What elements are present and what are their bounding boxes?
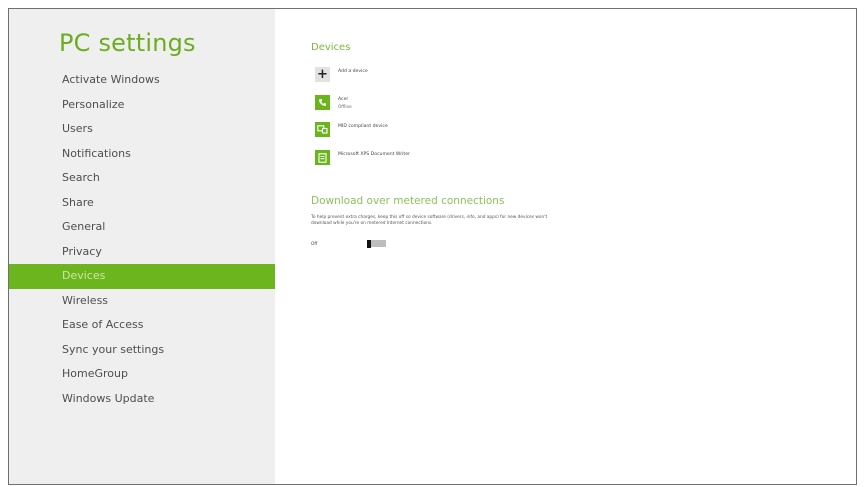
sidebar-item-windows-update[interactable]: Windows Update [9,387,275,412]
main-content: Devices + Add a device Acer Offline MID … [275,9,856,484]
device-status: Offline [338,104,352,109]
add-device-button[interactable]: + Add a device [315,67,368,85]
device-name: Add a device [338,69,368,74]
sidebar: PC settings Activate Windows Personalize… [9,9,275,484]
sidebar-item-sync-your-settings[interactable]: Sync your settings [9,338,275,363]
sidebar-item-devices[interactable]: Devices [9,264,275,289]
sidebar-item-wireless[interactable]: Wireless [9,289,275,314]
sidebar-item-personalize[interactable]: Personalize [9,93,275,118]
app-window: PC settings Activate Windows Personalize… [8,8,857,485]
metered-toggle[interactable] [367,239,386,248]
plus-icon: + [315,67,330,82]
sidebar-item-users[interactable]: Users [9,117,275,142]
sidebar-item-search[interactable]: Search [9,166,275,191]
toggle-state-label: Off [311,242,318,247]
sidebar-item-ease-of-access[interactable]: Ease of Access [9,313,275,338]
device-icon [315,122,330,137]
printer-icon [315,150,330,165]
device-name: MID compliant device [338,124,388,129]
sidebar-item-homegroup[interactable]: HomeGroup [9,362,275,387]
device-item-xps-writer[interactable]: Microsoft XPS Document Writer [315,150,410,168]
device-name: Acer [338,97,349,102]
device-name: Microsoft XPS Document Writer [338,152,410,157]
sidebar-nav: Activate Windows Personalize Users Notif… [9,68,275,411]
toggle-thumb[interactable] [367,239,371,248]
devices-heading: Devices [311,42,351,53]
device-item-acer[interactable]: Acer Offline [315,95,352,113]
sidebar-item-general[interactable]: General [9,215,275,240]
sidebar-item-notifications[interactable]: Notifications [9,142,275,167]
app-title: PC settings [59,29,196,57]
sidebar-item-activate-windows[interactable]: Activate Windows [9,68,275,93]
metered-description: To help prevent extra charges, keep this… [311,215,548,226]
device-item-mid-compliant[interactable]: MID compliant device [315,122,388,140]
phone-icon [315,95,330,110]
sidebar-item-share[interactable]: Share [9,191,275,216]
sidebar-item-privacy[interactable]: Privacy [9,240,275,265]
metered-heading: Download over metered connections [311,195,505,207]
